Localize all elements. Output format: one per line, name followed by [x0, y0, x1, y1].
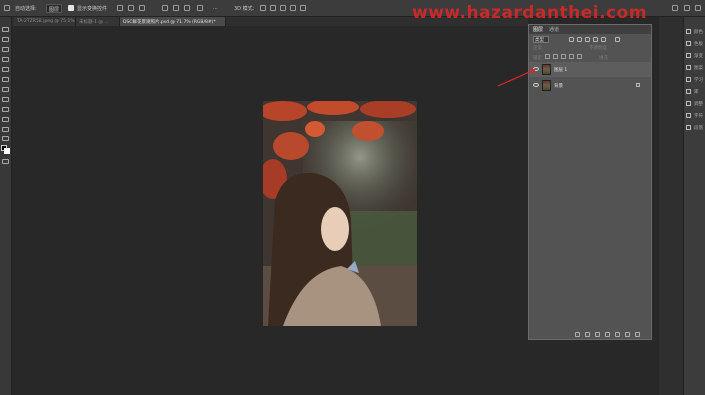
dock-label: 字符 [694, 114, 703, 119]
dock-item-gradients[interactable]: 渐变 [686, 51, 705, 63]
dock-item-patterns[interactable]: 图案 [686, 63, 705, 75]
dock-label: 色板 [694, 42, 703, 47]
dock-item-swatches[interactable]: 色板 [686, 39, 705, 51]
dock-item-color[interactable]: 颜色 [686, 27, 705, 39]
swatches-icon [686, 41, 691, 46]
panel-divider-strip [659, 17, 683, 395]
character-icon [686, 113, 691, 118]
annotation-arrow [497, 69, 536, 87]
libraries-icon [686, 89, 691, 94]
learn-icon [686, 77, 691, 82]
adjustments-icon [686, 101, 691, 106]
dock-label: 颜色 [694, 30, 703, 35]
dock-label: 学习 [694, 78, 703, 83]
dock-label: 库 [694, 90, 699, 95]
pattern-icon [686, 65, 691, 70]
dock-label: 图案 [694, 66, 703, 71]
dock-item-adjustments[interactable]: 调整 [686, 99, 705, 111]
dock-item-character[interactable]: 字符 [686, 111, 705, 123]
dock-label: 段落 [694, 126, 703, 131]
paragraph-icon [686, 125, 691, 130]
color-icon [686, 29, 691, 34]
dock-item-learn[interactable]: 学习 [686, 75, 705, 87]
dock-label: 调整 [694, 102, 703, 107]
dock-item-libraries[interactable]: 库 [686, 87, 705, 99]
dock-label: 渐变 [694, 54, 703, 59]
gradient-icon [686, 53, 691, 58]
dock-item-paragraph[interactable]: 段落 [686, 123, 705, 135]
collapsed-panel-dock: 颜色 色板 渐变 图案 学习 库 调整 字符 段落 [683, 17, 705, 395]
